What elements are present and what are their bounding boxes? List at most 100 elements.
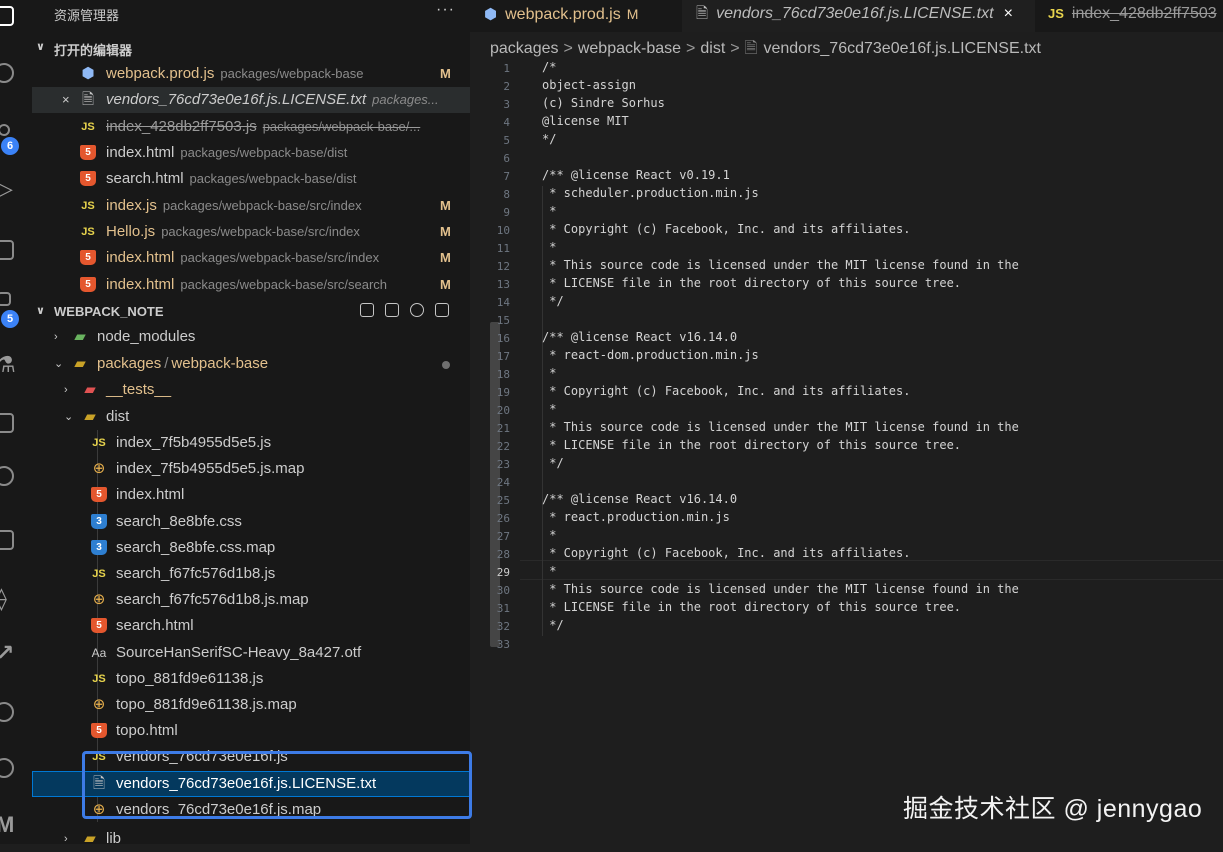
code-line[interactable]: * — [542, 366, 556, 380]
breadcrumb-item[interactable]: dist — [700, 40, 725, 57]
markdown-icon[interactable]: M — [0, 812, 14, 838]
open-editor-item[interactable]: 5 index.html packages/webpack-base/dist — [32, 140, 470, 166]
tree-item-file[interactable]: JS vendors_76cd73e0e16f.js — [32, 744, 470, 770]
code-line[interactable]: */ — [542, 132, 556, 146]
code-line[interactable]: * react-dom.production.min.js — [542, 348, 759, 362]
line-number: 18 — [496, 368, 510, 381]
code-line[interactable]: * Copyright (c) Facebook, Inc. and its a… — [542, 222, 910, 236]
breadcrumb-item[interactable]: packages — [490, 40, 559, 57]
code-line[interactable]: * This source code is licensed under the… — [542, 582, 1019, 596]
code-line[interactable]: */ — [542, 618, 563, 632]
tree-item-file[interactable]: 5 search.html — [32, 613, 470, 639]
tab-index-js[interactable]: JS index_428db2ff7503 — [1048, 0, 1223, 32]
code-line[interactable]: * LICENSE file in the root directory of … — [542, 438, 961, 452]
tree-item-file[interactable]: ⊕ search_f67fc576d1b8.js.map — [32, 587, 470, 613]
code-line[interactable]: * — [542, 240, 556, 254]
code-line[interactable]: * LICENSE file in the root directory of … — [542, 600, 961, 614]
code-line[interactable]: * — [542, 204, 556, 218]
explorer-icon[interactable] — [0, 6, 14, 26]
new-file-icon[interactable] — [360, 303, 374, 317]
tree-item-label: topo.html — [116, 722, 178, 740]
tab-label: vendors_76cd73e0e16f.js.LICENSE.txt — [716, 5, 994, 22]
remote-icon[interactable] — [0, 240, 14, 260]
close-icon[interactable]: × — [62, 87, 70, 113]
close-icon[interactable]: × — [1004, 5, 1013, 22]
code-line[interactable]: * This source code is licensed under the… — [542, 258, 1019, 272]
tree-item-file[interactable]: JS topo_881fd9e61138.js — [32, 666, 470, 692]
new-folder-icon[interactable] — [385, 303, 399, 317]
open-editor-item[interactable]: 5 search.html packages/webpack-base/dist — [32, 166, 470, 192]
tree-item-tests[interactable]: › ▰ __tests__ — [32, 377, 470, 403]
open-editor-item[interactable]: 5 index.html packages/webpack-base/src/ind… — [32, 245, 470, 271]
code-line[interactable]: (c) Sindre Sorhus — [542, 96, 665, 110]
tree-item-file[interactable]: JS search_f67fc576d1b8.js — [32, 561, 470, 587]
open-editor-item[interactable]: JS index_428db2ff7503.js packages/webpack-… — [32, 114, 470, 140]
breadcrumb-item[interactable]: vendors_76cd73e0e16f.js.LICENSE.txt — [763, 40, 1041, 57]
tree-item-file[interactable]: 3 search_8e8bfe.css.map — [32, 535, 470, 561]
tree-item-file[interactable]: 5 index.html — [32, 482, 470, 508]
chart-icon[interactable]: ↗ — [0, 640, 14, 666]
code-line[interactable]: /** @license React v16.14.0 — [542, 492, 737, 506]
more-actions-icon[interactable]: ··· — [436, 1, 455, 19]
code-line[interactable]: * Copyright (c) Facebook, Inc. and its a… — [542, 546, 910, 560]
code-line[interactable]: /** @license React v16.14.0 — [542, 330, 737, 344]
open-editor-path: packages/webpack-base/... — [262, 119, 421, 134]
open-editor-path: packages/webpack-base/src/search — [180, 277, 388, 292]
code-line[interactable]: * — [542, 402, 556, 416]
code-line[interactable]: object-assign — [542, 78, 636, 92]
code-line[interactable]: * This source code is licensed under the… — [542, 420, 1019, 434]
clock-icon[interactable] — [0, 758, 14, 778]
open-editor-path: packages/webpack-base — [220, 66, 364, 81]
tree-item-file[interactable]: 5 topo.html — [32, 718, 470, 744]
tab-webpack-prod[interactable]: ⬢ webpack.prod.js M — [484, 0, 674, 32]
tree-item-file[interactable]: ⊕ index_7f5b4955d5e5.js.map — [32, 456, 470, 482]
code-line[interactable]: */ — [542, 456, 563, 470]
tree-item-node-modules[interactable]: › ▰ node_modules — [32, 324, 470, 350]
code-line[interactable]: */ — [542, 294, 563, 308]
workspace-section[interactable]: ∨ WEBPACK_NOTE — [32, 300, 470, 324]
tree-item-file[interactable]: 🗎 vendors_76cd73e0e16f.js.LICENSE.txt — [32, 770, 470, 797]
tree-item-file[interactable]: JS index_7f5b4955d5e5.js — [32, 430, 470, 456]
tree-item-dist[interactable]: ⌄ ▰ dist — [32, 404, 470, 430]
code-line[interactable]: /* — [542, 60, 556, 74]
refresh-icon[interactable] — [410, 303, 424, 317]
run-debug-icon[interactable]: ▷ — [0, 176, 13, 202]
docker-icon[interactable] — [0, 413, 14, 433]
code-editor[interactable]: 1 /* 2 object-assign 3 (c) Sindre Sorhus 4 @lic… — [470, 60, 1223, 844]
code-line[interactable]: @license MIT — [542, 114, 629, 128]
code-line[interactable]: * — [542, 564, 556, 578]
open-editors-section[interactable]: ∨ 打开的编辑器 — [32, 36, 470, 60]
tree-item-file[interactable]: ⊕ topo_881fd9e61138.js.map — [32, 692, 470, 718]
web-icon[interactable] — [0, 702, 14, 722]
code-line[interactable]: * Copyright (c) Facebook, Inc. and its a… — [542, 384, 910, 398]
code-line[interactable]: * LICENSE file in the root directory of … — [542, 276, 961, 290]
deploy-icon[interactable]: ⟠ — [0, 586, 7, 612]
open-editor-item[interactable]: JS Hello.js packages/webpack-base/src/inde… — [32, 219, 470, 245]
tree-item-file[interactable]: ⊕ vendors_76cd73e0e16f.js.map — [32, 797, 470, 823]
open-editor-item[interactable]: 5 index.html packages/webpack-base/src/sea… — [32, 272, 470, 298]
open-editor-item[interactable]: ⬢ webpack.prod.js packages/webpack-base M — [32, 61, 470, 87]
code-line[interactable]: /** @license React v0.19.1 — [542, 168, 730, 182]
line-number: 27 — [496, 530, 510, 543]
tab-vendors-license[interactable]: 🗎 vendors_76cd73e0e16f.js.LICENSE.txt × — [682, 0, 1035, 32]
timeline-icon[interactable] — [0, 466, 14, 486]
breadcrumb-item[interactable]: webpack-base — [578, 40, 681, 57]
collapse-all-icon[interactable] — [435, 303, 449, 317]
tree-item-file[interactable]: Aa SourceHanSerifSC-Heavy_8a427.otf — [32, 640, 470, 666]
container-icon[interactable] — [0, 530, 14, 550]
tree-item-packages[interactable]: ⌄ ▰ packages / webpack-base — [32, 351, 470, 377]
open-editor-item[interactable]: JS index.js packages/webpack-base/src/inde… — [32, 193, 470, 219]
code-line[interactable]: * scheduler.production.min.js — [542, 186, 759, 200]
extensions-icon[interactable] — [0, 292, 11, 306]
open-editor-item[interactable]: × 🗎 vendors_76cd73e0e16f.js.LICENSE.txt pac… — [32, 87, 470, 113]
testing-icon[interactable]: ⚗ — [0, 352, 16, 378]
line-number: 30 — [496, 584, 510, 597]
tree-item-file[interactable]: 3 search_8e8bfe.css — [32, 509, 470, 535]
chevron-down-icon: ⌄ — [54, 358, 64, 370]
open-editor-path: packages/webpack-base/src/index — [161, 224, 360, 239]
tree-item-lib[interactable]: › ▰ lib — [32, 826, 470, 852]
source-control-icon[interactable] — [0, 124, 10, 136]
code-line[interactable]: * — [542, 528, 556, 542]
code-line[interactable]: * react.production.min.js — [542, 510, 730, 524]
search-icon[interactable] — [0, 63, 14, 83]
